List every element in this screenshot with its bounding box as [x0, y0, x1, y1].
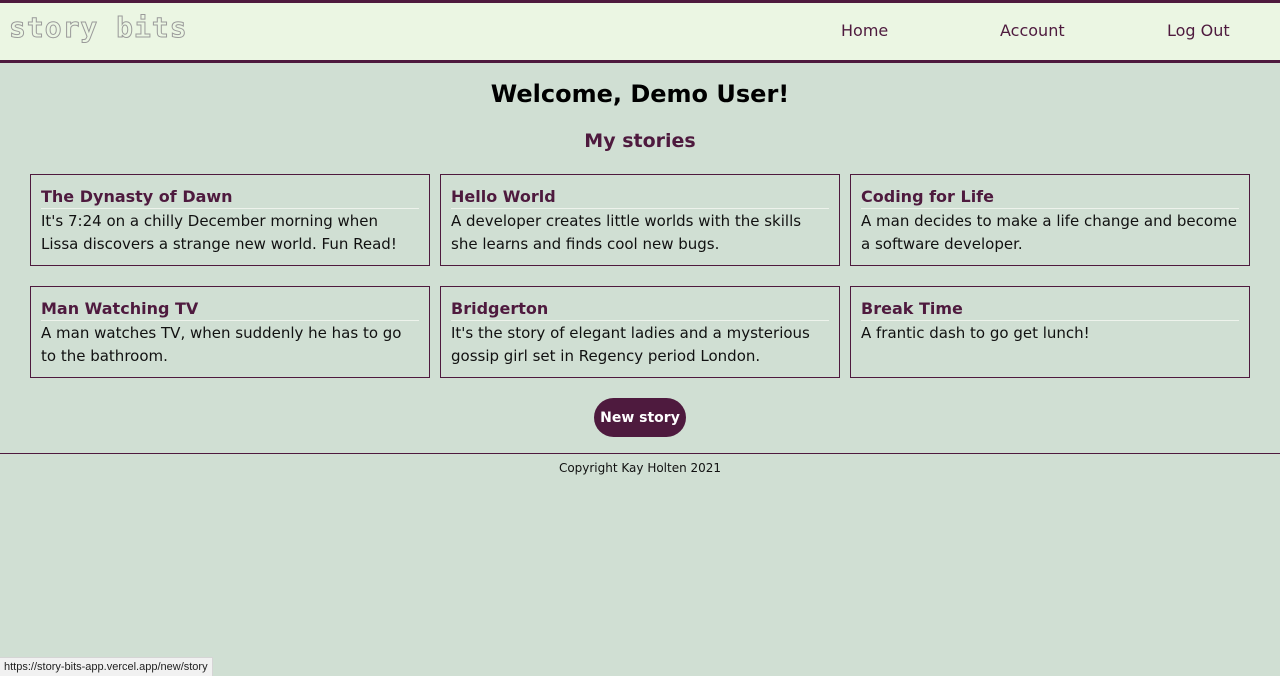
welcome-heading: Welcome, Demo User!	[490, 80, 790, 108]
story-title[interactable]: Break Time	[861, 298, 1239, 321]
story-card[interactable]: Coding for Life A man decides to make a …	[850, 174, 1250, 266]
nav-logout-link[interactable]: Log Out	[1167, 21, 1230, 40]
story-card[interactable]: Man Watching TV A man watches TV, when s…	[30, 286, 430, 378]
story-title[interactable]: The Dynasty of Dawn	[41, 186, 419, 209]
nav-home-link[interactable]: Home	[841, 21, 888, 40]
story-description: A developer creates little worlds with t…	[451, 212, 802, 253]
story-description: A frantic dash to go get lunch!	[861, 324, 1090, 342]
story-title[interactable]: Bridgerton	[451, 298, 829, 321]
top-navbar: story bits Home Account Log Out	[0, 0, 1280, 63]
story-title[interactable]: Hello World	[451, 186, 829, 209]
story-card[interactable]: Hello World A developer creates little w…	[440, 174, 840, 266]
footer-copyright: Copyright Kay Holten 2021	[558, 461, 722, 475]
footer-divider	[0, 453, 1280, 454]
new-story-button[interactable]: New story	[594, 398, 686, 437]
site-logo[interactable]: story bits	[9, 13, 188, 42]
story-grid: The Dynasty of Dawn It's 7:24 on a chill…	[30, 174, 1250, 378]
story-description: A man decides to make a life change and …	[861, 212, 1237, 253]
story-title[interactable]: Coding for Life	[861, 186, 1239, 209]
my-stories-heading: My stories	[584, 130, 696, 152]
story-card[interactable]: Bridgerton It's the story of elegant lad…	[440, 286, 840, 378]
story-description: A man watches TV, when suddenly he has t…	[41, 324, 402, 365]
status-bar-url: https://story-bits-app.vercel.app/new/st…	[0, 657, 213, 676]
nav-account-link[interactable]: Account	[1000, 21, 1065, 40]
story-description: It's 7:24 on a chilly December morning w…	[41, 212, 397, 253]
story-title[interactable]: Man Watching TV	[41, 298, 419, 321]
story-card[interactable]: The Dynasty of Dawn It's 7:24 on a chill…	[30, 174, 430, 266]
story-card[interactable]: Break Time A frantic dash to go get lunc…	[850, 286, 1250, 378]
story-description: It's the story of elegant ladies and a m…	[451, 324, 810, 365]
